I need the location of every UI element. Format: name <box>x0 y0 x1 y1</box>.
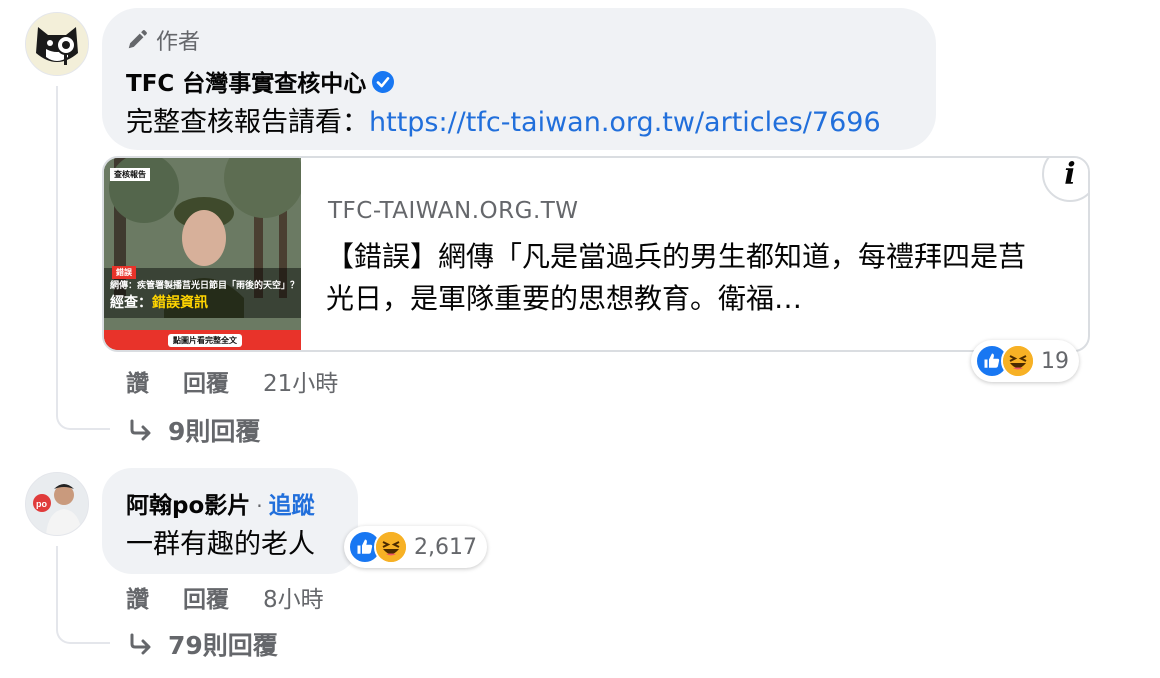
info-icon[interactable]: i <box>1042 158 1088 202</box>
comment-author-row: TFC 台灣事實查核中心 <box>126 64 395 98</box>
comment-text: 一群有趣的老人 <box>126 529 315 560</box>
comment-text: 完整查核報告請看：https://tfc-taiwan.org.tw/artic… <box>126 100 881 139</box>
comment-author-name[interactable]: 阿翰po影片 <box>126 493 250 519</box>
preview-thumbnail[interactable]: 查核報告 錯誤 網傳：疾管署製播莒光日節目「雨後的天空」？ 經查：錯誤資訊 點圖… <box>104 158 301 350</box>
reactions-count: 19 <box>1041 348 1069 374</box>
view-replies-button[interactable]: 79則回覆 <box>128 626 278 662</box>
verified-badge-icon <box>372 71 395 93</box>
follow-button[interactable]: 追蹤 <box>269 493 315 519</box>
reactions-count: 2,617 <box>414 534 477 560</box>
separator-dot: · <box>256 494 263 518</box>
comment-timestamp[interactable]: 21小時 <box>263 364 338 398</box>
thread-line <box>56 546 110 644</box>
view-replies-label: 79則回覆 <box>168 631 278 660</box>
view-replies-button[interactable]: 9則回覆 <box>128 412 260 448</box>
view-replies-label: 9則回覆 <box>168 417 261 446</box>
profile-photo-icon: po <box>26 473 88 535</box>
thumbnail-tag-top: 查核報告 <box>110 168 150 181</box>
like-button[interactable]: 讚 <box>126 580 149 614</box>
thumbnail-line2-highlight: 錯誤資訊 <box>152 295 208 311</box>
comment-bubble: 阿翰po影片 · 追蹤 一群有趣的老人 <box>102 468 358 574</box>
author-badge: 作者 <box>126 24 200 56</box>
avatar-ahan[interactable]: po <box>25 472 89 536</box>
comment-author-row: 阿翰po影片 · 追蹤 <box>126 486 315 520</box>
pencil-icon <box>128 30 147 49</box>
comment-timestamp[interactable]: 8小時 <box>263 580 324 614</box>
comment-link[interactable]: https://tfc-taiwan.org.tw/articles/7696 <box>369 107 881 138</box>
thumbnail-line2-prefix: 經查： <box>110 295 152 311</box>
like-button[interactable]: 讚 <box>126 364 149 398</box>
haha-reaction-icon <box>1001 344 1035 378</box>
author-badge-label: 作者 <box>156 30 201 55</box>
svg-text:po: po <box>36 499 47 509</box>
comment-author-name[interactable]: TFC 台灣事實查核中心 <box>126 71 366 97</box>
reactions-summary[interactable]: 19 <box>971 340 1079 382</box>
reply-arrow-icon <box>130 633 151 655</box>
reply-button[interactable]: 回覆 <box>183 364 229 398</box>
comment-actions: 讚 回覆 8小時 <box>126 580 324 614</box>
thumbnail-image <box>104 158 301 350</box>
thumbnail-line1: 網傳：疾管署製播莒光日節目「雨後的天空」？ <box>110 281 300 291</box>
preview-domain: TFC-TAIWAN.ORG.TW <box>328 198 579 224</box>
reply-button[interactable]: 回覆 <box>183 580 229 614</box>
reply-arrow-icon <box>130 419 151 441</box>
haha-reaction-icon <box>374 530 408 564</box>
preview-title: 【錯誤】網傳「凡是當過兵的男生都知道，每禮拜四是莒光日，是軍隊重要的思想教育。衛… <box>326 240 1027 315</box>
tfc-cat-logo-icon <box>26 13 88 75</box>
avatar-tfc[interactable] <box>25 12 89 76</box>
thumbnail-button: 點圖片看完整全文 <box>168 334 242 347</box>
comment-bubble: 作者 TFC 台灣事實查核中心 完整查核報告請看：https://tfc-tai… <box>102 8 936 150</box>
link-preview-card[interactable]: 查核報告 錯誤 網傳：疾管署製播莒光日節目「雨後的天空」？ 經查：錯誤資訊 點圖… <box>102 156 1090 352</box>
thumbnail-line2: 經查：錯誤資訊 <box>110 292 208 312</box>
comment-text-prefix: 完整查核報告請看： <box>126 107 369 138</box>
comment-actions: 讚 回覆 21小時 <box>126 364 338 398</box>
reactions-summary[interactable]: 2,617 <box>344 526 487 568</box>
